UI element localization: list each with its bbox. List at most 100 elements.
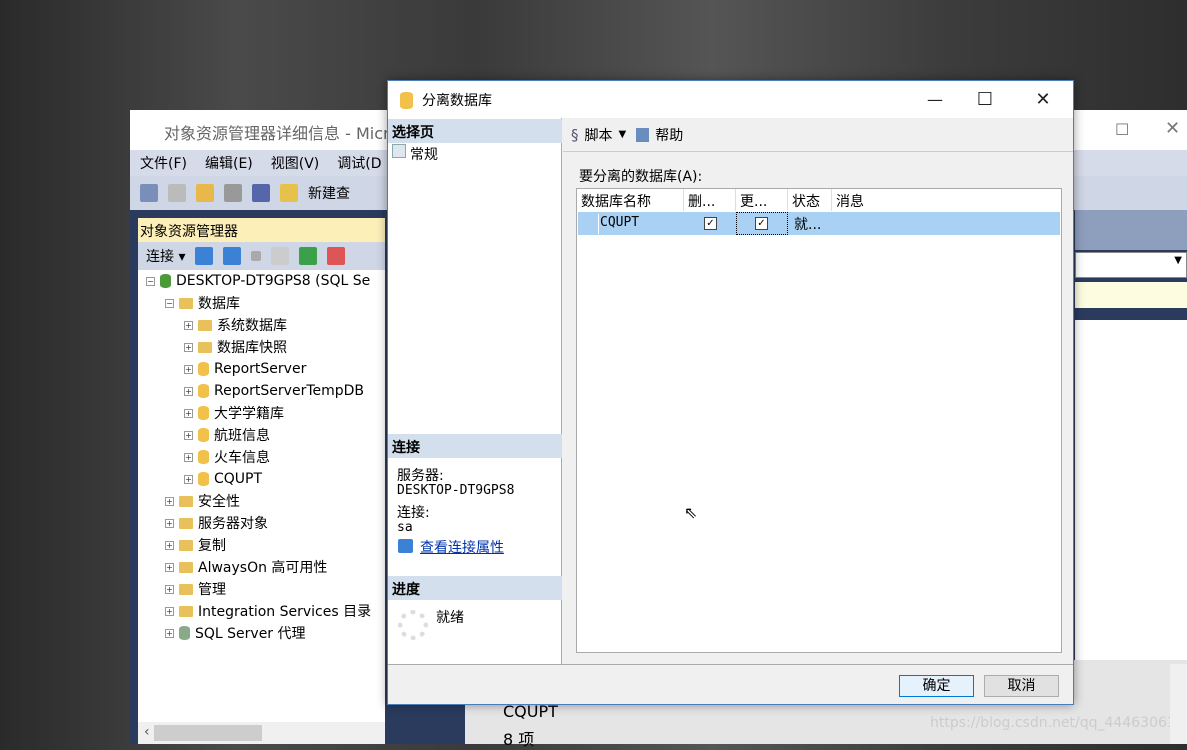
expand-icon[interactable]: +: [184, 320, 193, 330]
maximize-icon[interactable]: ☐: [962, 81, 1008, 118]
tree-item[interactable]: − 数据库: [165, 292, 240, 314]
minimize-icon[interactable]: —: [912, 81, 958, 118]
tree-item[interactable]: + Integration Services 目录: [165, 600, 371, 622]
horizontal-scrollbar[interactable]: ‹: [138, 722, 385, 744]
tree-item[interactable]: + CQUPT: [184, 468, 262, 490]
dialog-toolbar: § 脚本 ▼ 帮助: [563, 118, 1073, 152]
menu-view[interactable]: 视图(V): [271, 153, 320, 173]
progress-header: 进度: [388, 576, 562, 600]
expand-icon[interactable]: +: [165, 496, 174, 506]
connection-header: 连接: [388, 434, 562, 458]
expand-icon[interactable]: +: [184, 474, 193, 484]
save-icon[interactable]: [224, 184, 242, 202]
vertical-scrollbar[interactable]: [1170, 664, 1187, 744]
save-all-icon[interactable]: [252, 184, 270, 202]
tree-item[interactable]: + ReportServerTempDB: [184, 380, 364, 402]
tree-item-label: 复制: [198, 538, 226, 554]
scroll-thumb[interactable]: [154, 725, 262, 741]
col-drop[interactable]: 删...: [684, 189, 736, 211]
close-icon[interactable]: ✕: [1020, 81, 1066, 118]
database-icon: [198, 472, 209, 486]
tree-item[interactable]: + 火车信息: [184, 446, 270, 468]
expand-icon[interactable]: +: [165, 540, 174, 550]
mouse-cursor-icon: ⇖: [684, 503, 698, 522]
expand-icon[interactable]: +: [184, 342, 193, 352]
disconnect-icon[interactable]: [223, 247, 242, 265]
databases-grid: 数据库名称 删... 更... 状态 消息 CQUPT ✓ ✓ 就...: [576, 188, 1062, 653]
expand-icon[interactable]: +: [184, 386, 193, 396]
new-query-button[interactable]: 新建查: [308, 183, 350, 203]
table-row[interactable]: CQUPT ✓ ✓ 就...: [578, 212, 1060, 235]
new-project-icon[interactable]: [140, 184, 158, 202]
col-update[interactable]: 更...: [736, 189, 788, 211]
expand-icon[interactable]: +: [165, 628, 174, 638]
expand-icon[interactable]: +: [165, 584, 174, 594]
add-item-icon[interactable]: [168, 184, 186, 202]
connection-properties-icon: [398, 539, 413, 553]
page-general[interactable]: 常规: [392, 144, 438, 164]
tree-item[interactable]: + 系统数据库: [184, 314, 287, 336]
tree-item[interactable]: + 大学学籍库: [184, 402, 284, 424]
tree-item[interactable]: + 管理: [165, 578, 226, 600]
ok-button[interactable]: 确定: [899, 675, 974, 697]
tree-item[interactable]: + 安全性: [165, 490, 240, 512]
tree-item[interactable]: + AlwaysOn 高可用性: [165, 556, 327, 578]
collapse-icon[interactable]: −: [146, 276, 155, 286]
tree-item[interactable]: + 服务器对象: [165, 512, 268, 534]
expand-icon[interactable]: +: [165, 606, 174, 616]
dialog-title: 分离数据库: [422, 93, 492, 109]
tree-item[interactable]: + ReportServer: [184, 358, 306, 380]
folder-icon: [198, 341, 212, 353]
close-icon[interactable]: ✕: [1165, 118, 1180, 139]
view-connection-properties-link[interactable]: 查看连接属性: [420, 537, 504, 557]
col-message[interactable]: 消息: [832, 189, 1061, 211]
tree-item-label: 系统数据库: [217, 318, 287, 334]
tree-item-label: 大学学籍库: [214, 406, 284, 422]
help-icon: [636, 127, 650, 142]
scroll-left-icon[interactable]: ‹: [144, 724, 150, 740]
help-button[interactable]: 帮助: [655, 125, 683, 145]
expand-icon[interactable]: +: [184, 452, 193, 462]
script-button[interactable]: 脚本: [585, 125, 613, 145]
watermark: https://blog.csdn.net/qq_44463061: [930, 715, 1176, 731]
tree-item-label: SQL Server 代理: [195, 626, 306, 642]
close-explorer-icon[interactable]: [327, 247, 346, 265]
stop-icon[interactable]: [251, 251, 262, 261]
maximize-icon[interactable]: ☐: [1115, 120, 1129, 139]
expand-icon[interactable]: +: [165, 518, 174, 528]
expand-icon[interactable]: +: [184, 430, 193, 440]
refresh-icon[interactable]: [299, 247, 318, 265]
new-query-icon[interactable]: [280, 184, 298, 202]
connect-icon[interactable]: [195, 247, 214, 265]
detach-database-dialog: 分离数据库 — ☐ ✕ 选择页 常规 连接 服务器: DESKTOP-DT9GP…: [387, 80, 1074, 705]
tree-item[interactable]: + 数据库快照: [184, 336, 287, 358]
tree-item-label: ReportServer: [214, 361, 307, 377]
menu-edit[interactable]: 编辑(E): [205, 153, 253, 173]
tree-item[interactable]: + 航班信息: [184, 424, 270, 446]
drop-connections-checkbox[interactable]: ✓: [704, 217, 717, 230]
right-pane: § 脚本 ▼ 帮助 要分离的数据库(A): 数据库名称 删... 更... 状态…: [563, 118, 1073, 664]
open-icon[interactable]: [196, 184, 214, 202]
tree-item[interactable]: + 复制: [165, 534, 226, 556]
filter-icon[interactable]: [271, 247, 290, 265]
update-statistics-checkbox[interactable]: ✓: [755, 217, 768, 230]
tree-item-label: 管理: [198, 582, 226, 598]
connect-button[interactable]: 连接 ▾: [146, 246, 185, 266]
tree-item-label: ReportServerTempDB: [214, 383, 365, 399]
collapse-icon[interactable]: −: [165, 298, 174, 308]
tree-item-label: Integration Services 目录: [198, 604, 372, 620]
script-dropdown-icon[interactable]: ▼: [619, 129, 627, 140]
tree-item[interactable]: + SQL Server 代理: [165, 622, 306, 644]
tree-item[interactable]: − DESKTOP-DT9GPS8 (SQL Se: [146, 270, 370, 292]
expand-icon[interactable]: +: [165, 562, 174, 572]
folder-icon: [179, 517, 193, 529]
expand-icon[interactable]: +: [184, 364, 193, 374]
expand-icon[interactable]: +: [184, 408, 193, 418]
folder-icon: [179, 605, 193, 617]
menu-file[interactable]: 文件(F): [140, 153, 187, 173]
dropdown[interactable]: ▼: [1075, 252, 1187, 278]
col-name[interactable]: 数据库名称: [577, 189, 684, 211]
cancel-button[interactable]: 取消: [984, 675, 1059, 697]
menu-debug[interactable]: 调试(D: [337, 153, 381, 173]
col-status[interactable]: 状态: [788, 189, 832, 211]
